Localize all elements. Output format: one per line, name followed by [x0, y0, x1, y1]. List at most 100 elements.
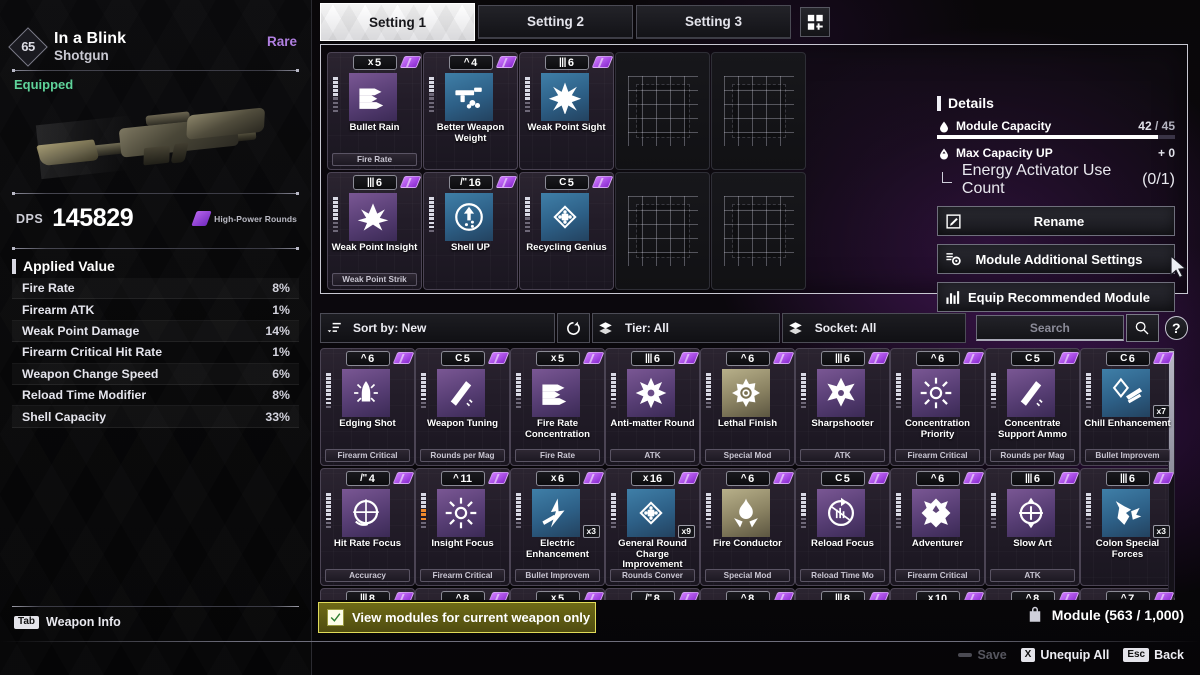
tier-pip [326, 373, 331, 376]
tier-pip [525, 225, 530, 229]
module-card[interactable]: ||| 6 Weak Point Insight Weak Point Strik [327, 172, 422, 290]
capacity-used: 42 [1138, 119, 1152, 133]
empty-module-slot[interactable] [615, 172, 710, 290]
tier-pip [991, 405, 996, 409]
module-cost-badge: ^ 6 [725, 471, 770, 486]
module-tier-pips [326, 493, 331, 529]
tier-pip [429, 109, 434, 113]
module-card[interactable]: ^ 6 Edging Shot Firearm Critical [320, 348, 415, 466]
weapon-info-hint[interactable]: Tab Weapon Info [14, 615, 121, 629]
equip-recommended-module-button[interactable]: Equip Recommended Module [937, 282, 1175, 312]
module-socket-symbol: x [642, 473, 649, 484]
module-card[interactable]: C 5 Weapon Tuning Rounds per Mag [415, 348, 510, 466]
module-rarity-icon [867, 352, 889, 364]
module-card[interactable]: x 16 x9 General Round Charge Improvement Rou… [605, 468, 700, 586]
module-tier-pips [326, 373, 331, 409]
module-card[interactable]: x5 [510, 588, 605, 600]
tab-setting-3[interactable]: Setting 3 [636, 5, 791, 39]
module-card[interactable]: ^ 8 [985, 588, 1080, 600]
tier-pip [333, 85, 338, 88]
module-name: Adventurer [911, 538, 964, 549]
tier-filter-dropdown[interactable]: Tier: All [591, 313, 780, 343]
module-card[interactable]: ^ 8 [415, 588, 510, 600]
module-card[interactable]: ||| 6 Slow Art ATK [985, 468, 1080, 586]
search-button[interactable] [1126, 314, 1159, 342]
module-card[interactable]: x 5 Fire Rate Concentration Fire Rate [510, 348, 605, 466]
module-card[interactable]: x 5 Bullet Rain Fire Rate [327, 52, 422, 170]
tier-pip [801, 401, 806, 405]
module-card[interactable]: ^ 7 [1080, 588, 1175, 600]
weapon-artwork [10, 94, 301, 186]
module-card[interactable]: C 5 Recycling Genius [519, 172, 614, 290]
module-card[interactable]: /" 16 Shell UP [423, 172, 518, 290]
module-card[interactable]: ^ 4 Better Weapon Weight [423, 52, 518, 170]
weapon-header: 65 In a Blink Shotgun Rare [0, 0, 311, 67]
tier-pip [326, 397, 331, 401]
max-capacity-up-label: Max Capacity UP [956, 146, 1053, 160]
empty-module-slot[interactable] [711, 172, 806, 290]
module-card[interactable]: ||| 6 Sharpshooter ATK [795, 348, 890, 466]
tier-pip [991, 517, 996, 521]
module-name: Weak Point Sight [527, 122, 606, 133]
module-card[interactable]: ^ 8 [700, 588, 795, 600]
search-input[interactable] [976, 316, 1124, 339]
key-hint[interactable]: Save [958, 648, 1007, 662]
spiked-star-icon [817, 369, 865, 417]
module-card[interactable]: ||| 8 [795, 588, 890, 600]
module-category-tag: ATK [990, 569, 1075, 582]
sort-by-dropdown[interactable]: Sort by: New [320, 313, 555, 343]
applied-value-number: 1% [272, 345, 290, 360]
module-card[interactable]: ^ 6 Lethal Finish Special Mod [700, 348, 795, 466]
pencil-icon [938, 213, 968, 230]
tier-pip [525, 213, 530, 216]
module-rarity-icon [1057, 352, 1079, 364]
key-hint[interactable]: X Unequip All [1020, 648, 1109, 662]
module-tier-pips [611, 493, 616, 529]
add-preset-button[interactable] [800, 7, 830, 37]
module-card[interactable]: C 6 x7 Chill Enhancement Bullet Improvem [1080, 348, 1175, 466]
search-field[interactable] [975, 315, 1125, 341]
module-card[interactable]: x 6 x3 Electric Enhancement Bullet Improvem [510, 468, 605, 586]
applied-value-row: Reload Time Modifier 8% [12, 385, 299, 407]
module-card[interactable]: ^ 6 Adventurer Firearm Critical [890, 468, 985, 586]
module-card[interactable]: ||| 6 x3 Colon Special Forces [1080, 468, 1175, 586]
applied-value-number: 33% [265, 409, 290, 424]
key-hint[interactable]: Esc Back [1123, 648, 1184, 662]
refresh-button[interactable] [556, 313, 590, 343]
module-cost-value: 5 [557, 352, 565, 365]
footer-key-hints: Save X Unequip All Esc Back [958, 648, 1184, 662]
module-socket-symbol: C [455, 353, 462, 364]
tier-pip [896, 381, 901, 384]
bullets-icon [532, 369, 580, 417]
socket-filter-dropdown[interactable]: Socket: All [781, 313, 966, 343]
tab-setting-1[interactable]: Setting 1 [320, 3, 475, 41]
module-card[interactable]: ^ 6 Fire Conductor Special Mod [700, 468, 795, 586]
module-card[interactable]: /" 8 [605, 588, 700, 600]
module-card[interactable]: x 10 [890, 588, 985, 600]
module-card[interactable]: ||| 6 Weak Point Sight [519, 52, 614, 170]
module-cost-value: 5 [1033, 352, 1040, 365]
module-cost-badge: x 10 [915, 591, 960, 600]
module-card[interactable]: ^ 6 Concentration Priority Firearm Critical [890, 348, 985, 466]
module-card[interactable]: C 5 Reload Focus Reload Time Mo [795, 468, 890, 586]
empty-module-slot[interactable] [711, 52, 806, 170]
module-card[interactable]: C 5 Concentrate Support Ammo Rounds per Mag [985, 348, 1080, 466]
applied-value-number: 8% [272, 388, 290, 403]
module-additional-settings-button[interactable]: Module Additional Settings [937, 244, 1175, 274]
module-cost-badge: ^ 11 [440, 471, 485, 486]
module-category-tag: Bullet Improvem [515, 569, 600, 582]
gear-star-icon [722, 369, 770, 417]
tier-pip [706, 501, 711, 504]
rename-button[interactable]: Rename [937, 206, 1175, 236]
module-rarity-icon [591, 176, 613, 188]
empty-module-slot[interactable] [615, 52, 710, 170]
module-card[interactable]: ||| 6 Anti-matter Round ATK [605, 348, 700, 466]
help-button[interactable]: ? [1164, 316, 1188, 340]
weapon-level-badge: 65 [8, 26, 48, 67]
module-card[interactable]: ^ 11 Insight Focus Firearm Critical [415, 468, 510, 586]
tab-setting-2[interactable]: Setting 2 [478, 5, 633, 39]
current-weapon-only-checkbox[interactable]: View modules for current weapon only [318, 602, 596, 633]
tier-pip [896, 493, 901, 496]
module-card[interactable]: /" 4 Hit Rate Focus Accuracy [320, 468, 415, 586]
module-card[interactable]: ||| 8 [320, 588, 415, 600]
